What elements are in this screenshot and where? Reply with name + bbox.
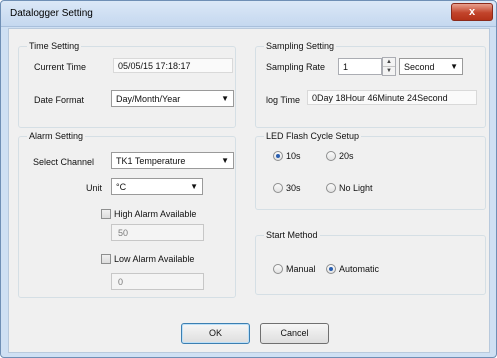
sampling-unit-value: Second: [404, 62, 435, 72]
title-bar[interactable]: Datalogger Setting x: [1, 1, 496, 27]
high-alarm-label[interactable]: High Alarm Available: [114, 209, 196, 219]
low-alarm-label[interactable]: Low Alarm Available: [114, 254, 194, 264]
sampling-rate-spinner[interactable]: ▲ ▼: [382, 57, 396, 76]
high-alarm-checkbox[interactable]: [101, 209, 111, 219]
low-alarm-checkbox[interactable]: [101, 254, 111, 264]
time-setting-title: Time Setting: [27, 41, 82, 51]
sampling-rate-value: 1: [343, 62, 349, 72]
log-time-label: log Time: [266, 95, 301, 105]
manual-label[interactable]: Manual: [286, 264, 316, 274]
channel-value: TK1 Temperature: [116, 156, 186, 166]
low-alarm-value: 0: [118, 277, 124, 287]
high-alarm-input[interactable]: 50: [111, 224, 204, 241]
chevron-down-icon: ▼: [221, 156, 229, 165]
unit-label: Unit: [86, 183, 103, 193]
log-time-value: 0Day 18Hour 46Minute 24Second: [307, 90, 477, 105]
date-format-value: Day/Month/Year: [116, 94, 181, 104]
sampling-setting-title: Sampling Setting: [264, 41, 337, 51]
led-10s-radio[interactable]: [273, 151, 283, 161]
dialog-body: Time Setting Current Time 05/05/15 17:18…: [8, 28, 490, 353]
ok-button[interactable]: OK: [181, 323, 250, 344]
led-setup-title: LED Flash Cycle Setup: [264, 131, 362, 141]
window-title: Datalogger Setting: [10, 8, 93, 19]
unit-select[interactable]: °C ▼: [111, 178, 203, 195]
led-no-light-radio[interactable]: [326, 183, 336, 193]
sampling-setting-group: Sampling Setting Sampling Rate 1 ▲ ▼ Sec…: [255, 41, 486, 128]
current-time-value: 05/05/15 17:18:17: [113, 58, 233, 73]
led-no-light-label[interactable]: No Light: [339, 183, 373, 193]
automatic-radio[interactable]: [326, 264, 336, 274]
close-button[interactable]: x: [451, 3, 493, 21]
date-format-select[interactable]: Day/Month/Year ▼: [111, 90, 234, 107]
led-10s-label[interactable]: 10s: [286, 151, 301, 161]
high-alarm-value: 50: [118, 228, 129, 238]
led-30s-label[interactable]: 30s: [286, 183, 301, 193]
low-alarm-input[interactable]: 0: [111, 273, 204, 290]
close-icon: x: [468, 6, 476, 18]
cancel-button[interactable]: Cancel: [260, 323, 329, 344]
time-setting-group: Time Setting Current Time 05/05/15 17:18…: [18, 41, 236, 128]
channel-select[interactable]: TK1 Temperature ▼: [111, 152, 234, 169]
sampling-unit-select[interactable]: Second ▼: [399, 58, 463, 75]
sampling-rate-label: Sampling Rate: [266, 62, 326, 72]
select-channel-label: Select Channel: [33, 157, 95, 167]
date-format-label: Date Format: [34, 95, 85, 105]
spin-down-icon[interactable]: ▼: [383, 67, 395, 75]
led-setup-group: LED Flash Cycle Setup 10s 20s 30s No Lig…: [255, 131, 486, 210]
alarm-setting-group: Alarm Setting Select Channel TK1 Tempera…: [18, 131, 236, 298]
chevron-down-icon: ▼: [221, 94, 229, 103]
chevron-down-icon: ▼: [450, 62, 458, 71]
spin-up-icon[interactable]: ▲: [383, 58, 395, 67]
automatic-label[interactable]: Automatic: [339, 264, 379, 274]
start-method-group: Start Method Manual Automatic: [255, 230, 486, 295]
unit-value: °C: [116, 182, 127, 192]
start-method-title: Start Method: [264, 230, 320, 240]
current-time-label: Current Time: [34, 62, 87, 72]
led-20s-radio[interactable]: [326, 151, 336, 161]
led-20s-label[interactable]: 20s: [339, 151, 354, 161]
manual-radio[interactable]: [273, 264, 283, 274]
sampling-rate-input[interactable]: 1: [338, 58, 382, 75]
dialog-window: Datalogger Setting x Time Setting Curren…: [0, 0, 497, 358]
chevron-down-icon: ▼: [190, 182, 198, 191]
led-30s-radio[interactable]: [273, 183, 283, 193]
alarm-setting-title: Alarm Setting: [27, 131, 86, 141]
